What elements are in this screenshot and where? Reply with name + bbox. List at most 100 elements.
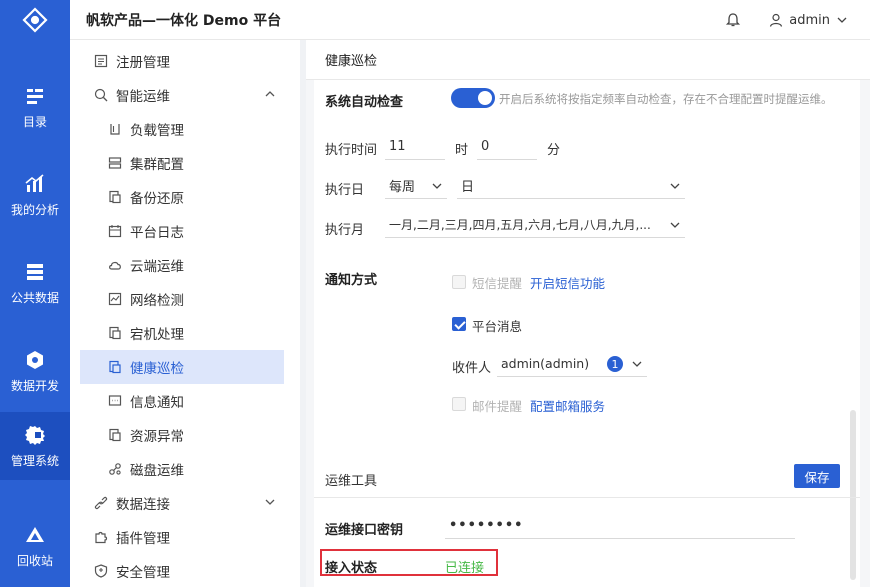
- sidebar-item-backup-restore[interactable]: 备份还原: [80, 180, 284, 214]
- rail-item-recycle-bin[interactable]: 回收站: [0, 512, 70, 580]
- sidebar-item-label: 数据连接: [116, 497, 170, 513]
- access-status-label: 接入状态: [325, 561, 378, 576]
- sidebar-item-crash-handling[interactable]: 宕机处理: [80, 316, 284, 350]
- catalog-icon: [27, 88, 43, 104]
- rail-item-admin-system[interactable]: 管理系统: [0, 412, 70, 480]
- sidebar-item-cluster-config[interactable]: 集群配置: [80, 146, 284, 180]
- smart-ops-icon: [94, 88, 108, 102]
- rail-item-public-data[interactable]: 公共数据: [0, 249, 70, 317]
- sidebar-item-label: 资源异常: [130, 429, 184, 445]
- configure-email-link[interactable]: 配置邮箱服务: [530, 396, 605, 415]
- enable-sms-link[interactable]: 开启短信功能: [530, 273, 605, 292]
- page-title: 健康巡检: [306, 40, 870, 80]
- plugin-icon: [94, 530, 108, 544]
- sidebar-item-platform-log[interactable]: 平台日志: [80, 214, 284, 248]
- sidebar: 注册管理 智能运维 负载管理 集群配置 备份还原 平台日志 云端运维 网络检测 …: [70, 40, 300, 587]
- recipient-value: admin(admin): [501, 356, 590, 371]
- sidebar-item-label: 安全管理: [116, 565, 170, 581]
- sms-label: 短信提醒: [472, 276, 523, 291]
- day-select[interactable]: 日: [457, 173, 685, 199]
- sidebar-item-security-management[interactable]: 安全管理: [80, 554, 284, 587]
- sidebar-item-notification[interactable]: 信息通知: [80, 384, 284, 418]
- rail-label: 回收站: [16, 553, 53, 568]
- sidebar-item-label: 网络检测: [130, 293, 184, 309]
- period-select[interactable]: 每周: [385, 173, 447, 199]
- notification-icon: [108, 394, 122, 408]
- scrollbar[interactable]: [850, 410, 856, 580]
- logo-icon: [22, 7, 48, 33]
- sms-checkbox[interactable]: [452, 275, 466, 289]
- sidebar-item-resource-anomaly[interactable]: 资源异常: [80, 418, 284, 452]
- rail-item-data-dev[interactable]: 数据开发: [0, 337, 70, 405]
- resource-anomaly-icon: [108, 428, 122, 442]
- hour-unit: 时: [455, 143, 469, 158]
- exec-time-label: 执行时间: [325, 143, 378, 158]
- day-value: 日: [461, 180, 475, 195]
- sidebar-item-smart-ops[interactable]: 智能运维: [80, 78, 284, 112]
- username: admin: [789, 12, 830, 28]
- hour-input[interactable]: 11: [385, 134, 445, 160]
- notification-bell-icon[interactable]: [725, 12, 741, 28]
- sidebar-item-data-connection[interactable]: 数据连接: [80, 486, 284, 520]
- save-button[interactable]: 保存: [794, 464, 840, 488]
- minute-input[interactable]: 0: [477, 134, 537, 160]
- sidebar-item-plugin-management[interactable]: 插件管理: [80, 520, 284, 554]
- backup-restore-icon: [108, 190, 122, 204]
- recipient-count-badge: 1: [607, 356, 623, 372]
- sidebar-item-label: 磁盘运维: [130, 463, 184, 479]
- ops-tools-title: 运维工具: [325, 474, 378, 489]
- load-management-icon: [108, 122, 122, 136]
- link-icon: [94, 496, 108, 510]
- rail-label: 数据开发: [10, 378, 59, 393]
- registration-icon: [94, 54, 108, 68]
- auto-check-hint: 开启后系统将按指定频率自动检查，存在不合理配置时提醒运维。: [499, 92, 833, 106]
- admin-system-icon: [25, 425, 45, 445]
- email-checkbox[interactable]: [452, 397, 466, 411]
- main-content: 健康巡检 系统自动检查 开启后系统将按指定频率自动检查，存在不合理配置时提醒运维…: [306, 40, 870, 587]
- sidebar-item-load-management[interactable]: 负载管理: [80, 112, 284, 146]
- top-header: 帆软产品—一体化 Demo 平台 admin: [70, 0, 870, 40]
- sidebar-item-health-check[interactable]: 健康巡检: [80, 350, 284, 384]
- access-status-value: 已连接: [445, 561, 485, 576]
- shield-icon: [94, 564, 108, 578]
- exec-day-label: 执行日: [325, 183, 365, 198]
- rail-label: 公共数据: [10, 290, 59, 305]
- data-dev-icon: [27, 350, 43, 369]
- analysis-icon: [25, 173, 44, 192]
- sidebar-item-cloud-ops[interactable]: 云端运维: [80, 248, 284, 282]
- network-check-icon: [108, 292, 122, 306]
- rail-label: 我的分析: [10, 202, 59, 217]
- rail-item-my-analysis[interactable]: 我的分析: [0, 161, 70, 229]
- sidebar-item-label: 备份还原: [130, 191, 184, 207]
- public-data-icon: [27, 263, 43, 280]
- email-label: 邮件提醒: [472, 399, 523, 414]
- sidebar-item-label: 插件管理: [116, 531, 170, 547]
- ops-key-input[interactable]: ••••••••: [445, 513, 795, 539]
- sidebar-item-registration[interactable]: 注册管理: [80, 44, 284, 78]
- auto-check-toggle[interactable]: [451, 88, 495, 108]
- cluster-config-icon: [108, 156, 122, 170]
- chevron-down-icon: [632, 361, 642, 367]
- sidebar-item-label: 集群配置: [130, 157, 184, 173]
- platform-log-icon: [108, 224, 122, 238]
- health-check-icon: [108, 360, 122, 374]
- month-select[interactable]: 一月,二月,三月,四月,五月,六月,七月,八月,九月,...: [385, 212, 685, 238]
- period-value: 每周: [389, 180, 416, 195]
- sidebar-item-label: 健康巡检: [130, 361, 184, 377]
- chevron-down-icon: [670, 183, 680, 189]
- chevron-down-icon: [432, 183, 442, 189]
- sidebar-item-disk-ops[interactable]: 磁盘运维: [80, 452, 284, 486]
- auto-check-label: 系统自动检查: [325, 95, 404, 110]
- app-logo[interactable]: [0, 0, 70, 40]
- minute-unit: 分: [547, 143, 561, 158]
- sidebar-item-network-check[interactable]: 网络检测: [80, 282, 284, 316]
- app-title: 帆软产品—一体化 Demo 平台: [86, 12, 282, 29]
- rail-item-catalog[interactable]: 目录: [0, 73, 70, 141]
- platform-message-checkbox[interactable]: [452, 317, 466, 331]
- recycle-bin-icon: [26, 526, 44, 542]
- recipient-select[interactable]: admin(admin) 1: [497, 351, 647, 377]
- crash-handling-icon: [108, 326, 122, 340]
- notify-method-label: 通知方式: [325, 273, 378, 288]
- user-icon: [770, 13, 783, 27]
- user-menu[interactable]: admin: [769, 13, 848, 28]
